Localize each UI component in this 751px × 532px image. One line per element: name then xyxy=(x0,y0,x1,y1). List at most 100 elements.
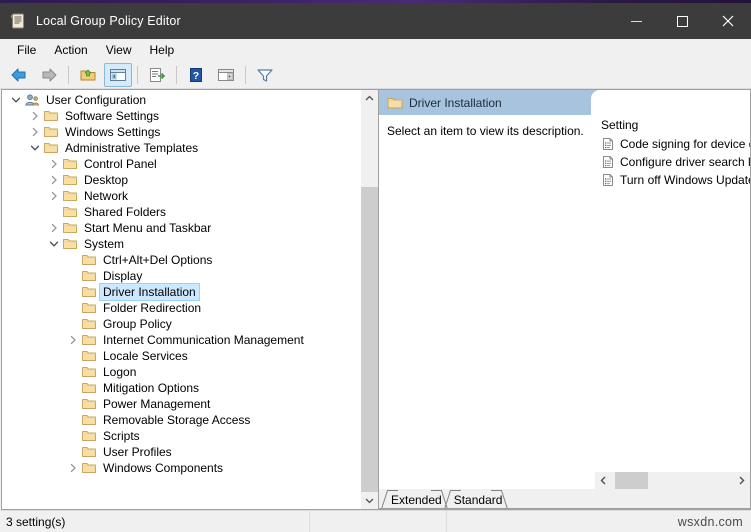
tree-item-locale-services[interactable]: Locale Services xyxy=(2,348,360,364)
scroll-down-button[interactable] xyxy=(361,492,378,509)
setting-row[interactable]: Turn off Windows Update device driver se… xyxy=(591,171,750,189)
tree-item-label: Shared Folders xyxy=(84,205,167,219)
show-hide-console-tree-button[interactable] xyxy=(104,63,132,87)
tree-item-removable-storage-access[interactable]: Removable Storage Access xyxy=(2,412,360,428)
tree-item-administrative-templates[interactable]: Administrative Templates xyxy=(2,140,360,156)
forward-button[interactable] xyxy=(35,63,63,87)
back-button[interactable] xyxy=(5,63,33,87)
settings-list[interactable]: Code signing for device drivers Configure… xyxy=(591,135,750,471)
chevron-right-icon[interactable] xyxy=(46,156,62,172)
tree-item-control-panel[interactable]: Control Panel xyxy=(2,156,360,172)
menu-help[interactable]: Help xyxy=(141,40,184,60)
chevron-right-icon[interactable] xyxy=(27,108,43,124)
toolbar: ? xyxy=(0,62,751,89)
tree-item-scripts[interactable]: Scripts xyxy=(2,428,360,444)
folder-icon xyxy=(81,444,97,460)
up-one-level-button[interactable] xyxy=(74,63,102,87)
list-column-top-band xyxy=(591,90,750,115)
tab-standard[interactable]: Standard xyxy=(443,490,509,509)
list-column-notch xyxy=(591,90,750,115)
chevron-right-icon[interactable] xyxy=(46,172,62,188)
chevron-down-icon[interactable] xyxy=(46,236,62,252)
tree-item-folder-redirection[interactable]: Folder Redirection xyxy=(2,300,360,316)
tree-item-desktop[interactable]: Desktop xyxy=(2,172,360,188)
tree-item-internet-communication-management[interactable]: Internet Communication Management xyxy=(2,332,360,348)
details-horizontal-scrollbar[interactable] xyxy=(379,471,750,489)
folder-icon xyxy=(62,156,78,172)
folder-icon xyxy=(81,284,97,300)
setting-label: Turn off Windows Update device driver se… xyxy=(620,173,750,187)
setting-label: Configure driver search locations xyxy=(620,155,750,169)
menu-view[interactable]: View xyxy=(97,40,141,60)
tree-item-system[interactable]: System xyxy=(2,236,360,252)
chevron-right-icon[interactable] xyxy=(46,220,62,236)
tree-scroll-track[interactable] xyxy=(361,107,378,492)
tree-item-display[interactable]: Display xyxy=(2,268,360,284)
tree-item-start-menu-and-taskbar[interactable]: Start Menu and Taskbar xyxy=(2,220,360,236)
scroll-left-button[interactable] xyxy=(595,472,612,489)
chevron-right-icon[interactable] xyxy=(27,124,43,140)
tree-item-mitigation-options[interactable]: Mitigation Options xyxy=(2,380,360,396)
minimize-button[interactable] xyxy=(613,3,659,39)
tree-item-software-settings[interactable]: Software Settings xyxy=(2,108,360,124)
export-list-button[interactable] xyxy=(143,63,171,87)
details-header-title: Driver Installation xyxy=(409,95,502,110)
close-button[interactable] xyxy=(705,3,751,39)
menu-action[interactable]: Action xyxy=(45,40,96,60)
menu-file[interactable]: File xyxy=(8,40,45,60)
tree-item-windows-settings[interactable]: Windows Settings xyxy=(2,124,360,140)
hscroll-track[interactable] xyxy=(612,472,733,489)
folder-icon xyxy=(81,412,97,428)
tree-item-label: Mitigation Options xyxy=(103,381,200,395)
details-description: Select an item to view its description. xyxy=(387,124,584,138)
description-column: Driver Installation Select an item to vi… xyxy=(379,90,591,471)
view-tabstrip: Extended Standard xyxy=(379,489,750,509)
tree-item-power-management[interactable]: Power Management xyxy=(2,396,360,412)
tree-item-group-policy[interactable]: Group Policy xyxy=(2,316,360,332)
tree-item-network[interactable]: Network xyxy=(2,188,360,204)
setting-row[interactable]: Code signing for device drivers xyxy=(591,135,750,153)
chevron-right-icon[interactable] xyxy=(65,460,81,476)
tree-item-label: Folder Redirection xyxy=(103,301,202,315)
help-button[interactable]: ? xyxy=(182,63,210,87)
folder-icon xyxy=(81,316,97,332)
tree-scroll-thumb[interactable] xyxy=(361,187,378,492)
chevron-down-icon[interactable] xyxy=(8,92,24,108)
tree-item-logon[interactable]: Logon xyxy=(2,364,360,380)
scroll-right-button[interactable] xyxy=(733,472,750,489)
tree-item-label: Internet Communication Management xyxy=(103,333,304,347)
status-cell-right: wsxdn.com xyxy=(446,511,751,532)
details-header: Driver Installation xyxy=(379,90,591,115)
tab-extended[interactable]: Extended xyxy=(381,490,448,509)
show-hide-action-pane-button[interactable] xyxy=(212,63,240,87)
hscroll-thumb[interactable] xyxy=(615,472,648,489)
scroll-up-button[interactable] xyxy=(361,90,378,107)
tree-item-user-profiles[interactable]: User Profiles xyxy=(2,444,360,460)
chevron-down-icon[interactable] xyxy=(27,140,43,156)
chevron-right-icon[interactable] xyxy=(46,188,62,204)
tree-item-label: Start Menu and Taskbar xyxy=(84,221,212,235)
tree-item-label: Driver Installation xyxy=(99,283,200,301)
tree-item-label: Locale Services xyxy=(103,349,188,363)
tree-item-windows-components[interactable]: Windows Components xyxy=(2,460,360,476)
filter-button[interactable] xyxy=(251,63,279,87)
setting-row[interactable]: Configure driver search locations xyxy=(591,153,750,171)
settings-column-header[interactable]: Setting xyxy=(591,115,750,135)
tree-vertical-scrollbar[interactable] xyxy=(360,90,378,509)
maximize-button[interactable] xyxy=(659,3,705,39)
hscroll-zone[interactable] xyxy=(595,472,750,489)
console-tree[interactable]: User Configuration Software Settings Windo… xyxy=(2,90,360,509)
tree-item-user-configuration[interactable]: User Configuration xyxy=(2,92,360,108)
chevron-right-icon[interactable] xyxy=(65,332,81,348)
folder-icon xyxy=(62,220,78,236)
tree-item-shared-folders[interactable]: Shared Folders xyxy=(2,204,360,220)
folder-icon xyxy=(81,380,97,396)
site-watermark: wsxdn.com xyxy=(677,514,743,529)
tree-item-driver-installation[interactable]: Driver Installation xyxy=(2,283,360,301)
tree-item-ctrl-alt-del-options[interactable]: Ctrl+Alt+Del Options xyxy=(2,252,360,268)
